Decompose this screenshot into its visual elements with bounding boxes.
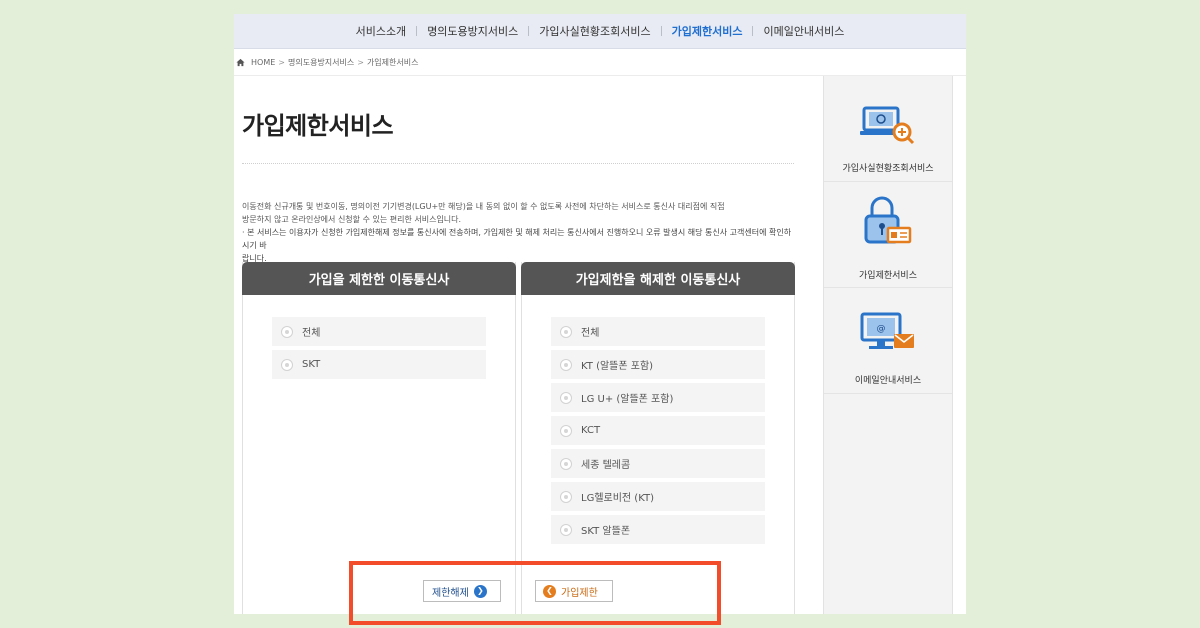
description-line: 방문하지 않고 온라인상에서 신청할 수 있는 편리한 서비스입니다.	[242, 215, 462, 224]
carrier-option-sejong-telecom[interactable]: 세종 텔레콤	[551, 449, 765, 478]
released-carriers-title: 가입제한을 해제한 이동통신사	[521, 262, 795, 295]
svg-text:@: @	[877, 324, 886, 334]
option-label: KCT	[581, 425, 601, 436]
release-restriction-label: 제한해제	[432, 587, 469, 599]
nav-item-subscription-status-inquiry[interactable]: 가입사실현황조회서비스	[529, 23, 660, 39]
sidebar-item-subscription-status-inquiry[interactable]: 가입사실현황조회서비스	[824, 76, 952, 182]
option-label: SKT	[302, 359, 321, 370]
breadcrumb: HOME > 명의도용방지서비스 > 가입제한서비스	[234, 49, 966, 76]
page-title: 가입제한서비스	[242, 112, 394, 140]
arrow-left-icon: ❮	[543, 584, 556, 598]
home-icon	[236, 58, 245, 66]
carrier-option-kct[interactable]: KCT	[551, 416, 765, 445]
option-label: LG헬로비전 (KT)	[581, 493, 654, 504]
option-label: 전체	[302, 328, 321, 339]
option-label: LG U+ (알뜰폰 포함)	[581, 394, 674, 405]
option-label: SKT 알뜰폰	[581, 526, 631, 537]
title-divider	[242, 163, 794, 164]
arrow-right-icon: ❯	[473, 584, 487, 598]
radio-button[interactable]	[281, 358, 293, 371]
sidebar-item-email-notification[interactable]: @ 이메일안내서비스	[824, 288, 952, 394]
option-label: 세종 텔레콤	[581, 460, 631, 471]
radio-button[interactable]	[560, 523, 572, 536]
computer-search-icon	[860, 106, 915, 145]
breadcrumb-separator: >	[357, 57, 364, 67]
carrier-option-lg-uplus[interactable]: LG U+ (알뜰폰 포함)	[551, 383, 765, 412]
nav-item-service-intro[interactable]: 서비스소개	[346, 23, 417, 39]
radio-button[interactable]	[281, 325, 293, 338]
top-navigation: 서비스소개 명의도용방지서비스 가입사실현황조회서비스 가입제한서비스 이메일안…	[234, 14, 966, 49]
carrier-panels: 가입을 제한한 이동통신사 전체 SKT 가입제한을 해제한 이동통신사 전체 …	[242, 262, 796, 614]
option-label: KT (알뜰폰 포함)	[581, 361, 654, 372]
description-line: 이동전화 신규개통 및 번호이동, 명의이전 기기변경(LGU+만 해당)을 내…	[242, 202, 725, 211]
released-carriers-list: 전체 KT (알뜰폰 포함) LG U+ (알뜰폰 포함) KCT 세종 텔레콤…	[551, 317, 794, 544]
radio-button[interactable]	[560, 424, 572, 437]
restricted-carriers-list: 전체 SKT	[272, 317, 515, 379]
sidebar-item-label: 가입제한서비스	[859, 271, 917, 281]
nav-item-email-notification[interactable]: 이메일안내서비스	[753, 23, 854, 39]
breadcrumb-identity-theft-prevention[interactable]: 명의도용방지서비스	[288, 57, 354, 68]
service-description: 이동전화 신규개통 및 번호이동, 명의이전 기기변경(LGU+만 해당)을 내…	[242, 200, 794, 265]
carrier-option-lg-hellovision[interactable]: LG헬로비전 (KT)	[551, 482, 765, 511]
restricted-carriers-title: 가입을 제한한 이동통신사	[242, 262, 516, 295]
radio-button[interactable]	[560, 325, 572, 338]
breadcrumb-separator: >	[278, 57, 285, 67]
nav-item-subscription-restriction[interactable]: 가입제한서비스	[662, 23, 753, 39]
radio-button[interactable]	[560, 457, 572, 470]
carrier-option-all[interactable]: 전체	[551, 317, 765, 346]
radio-button[interactable]	[560, 490, 572, 503]
released-carriers-panel: 가입제한을 해제한 이동통신사 전체 KT (알뜰폰 포함) LG U+ (알뜰…	[521, 262, 795, 614]
sidebar-item-subscription-restriction[interactable]: 가입제한서비스	[824, 182, 952, 288]
carrier-option-all[interactable]: 전체	[272, 317, 486, 346]
sidebar-item-label: 이메일안내서비스	[854, 376, 922, 386]
carrier-option-kt[interactable]: KT (알뜰폰 포함)	[551, 350, 765, 379]
option-label: 전체	[581, 328, 600, 339]
computer-mail-icon: @	[860, 312, 914, 349]
breadcrumb-home[interactable]: HOME	[251, 58, 275, 67]
lock-id-card-icon	[864, 196, 912, 244]
sidebar-item-label: 가입사실현황조회서비스	[842, 164, 934, 174]
restricted-carriers-panel: 가입을 제한한 이동통신사 전체 SKT	[242, 262, 516, 614]
service-frame: 서비스소개 명의도용방지서비스 가입사실현황조회서비스 가입제한서비스 이메일안…	[234, 14, 966, 614]
carrier-option-skt-mvno[interactable]: SKT 알뜰폰	[551, 515, 765, 544]
breadcrumb-subscription-restriction[interactable]: 가입제한서비스	[367, 57, 419, 68]
apply-restriction-button[interactable]: ❮ 가입제한	[535, 580, 613, 602]
quick-menu-sidebar: 가입사실현황조회서비스 가입제한서비스 @ 이메일안내서비스	[823, 76, 953, 614]
main-content: 가입제한서비스 이동전화 신규개통 및 번호이동, 명의이전 기기변경(LGU+…	[242, 76, 796, 614]
radio-button[interactable]	[560, 358, 572, 371]
carrier-option-skt[interactable]: SKT	[272, 350, 486, 379]
nav-item-identity-theft-prevention[interactable]: 명의도용방지서비스	[417, 23, 528, 39]
notice-line: · 본 서비스는 이용자가 신청한 가입제한해제 정보를 통신사에 전송하며, …	[242, 228, 792, 250]
radio-button[interactable]	[560, 391, 572, 404]
apply-restriction-label: 가입제한	[561, 587, 598, 599]
release-restriction-button[interactable]: 제한해제 ❯	[423, 580, 501, 602]
